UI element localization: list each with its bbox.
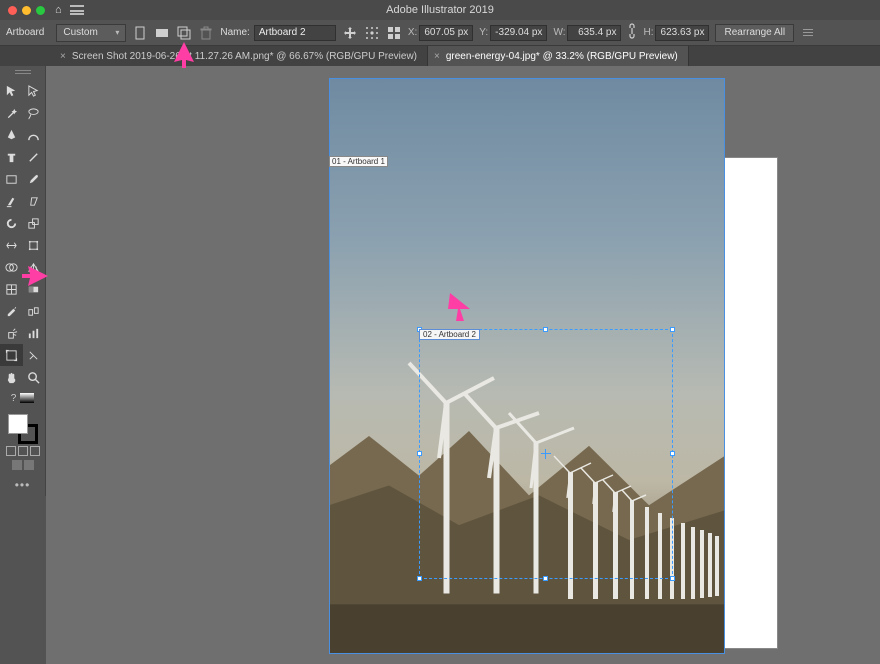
- x-label: X:: [408, 27, 417, 38]
- lasso-tool[interactable]: [23, 102, 46, 124]
- close-tab-icon[interactable]: ×: [434, 51, 440, 62]
- maximize-window-icon[interactable]: [36, 6, 45, 15]
- y-value[interactable]: -329.04 px: [490, 25, 547, 41]
- shaper-tool[interactable]: [0, 190, 23, 212]
- artboard-tool-label: Artboard: [6, 27, 44, 38]
- rearrange-all-button[interactable]: Rearrange All: [715, 24, 794, 42]
- column-graph-tool[interactable]: [23, 322, 46, 344]
- control-bar-menu-icon[interactable]: [800, 25, 816, 41]
- w-value[interactable]: 635.4 px: [567, 25, 621, 41]
- free-transform-tool[interactable]: [23, 234, 46, 256]
- tab-green-energy[interactable]: × green-energy-04.jpg* @ 33.2% (RGB/GPU …: [428, 46, 689, 66]
- home-icon[interactable]: ⌂: [55, 4, 62, 16]
- draw-inside-icon[interactable]: [30, 446, 40, 456]
- pen-tool[interactable]: [0, 124, 23, 146]
- h-field: H: 623.63 px: [643, 25, 709, 41]
- control-bar: Artboard Custom ▾ Name: X: 607.05 px Y: …: [0, 20, 880, 46]
- h-label: H:: [643, 27, 653, 38]
- fill-swatch[interactable]: [8, 414, 28, 434]
- delete-artboard-icon[interactable]: [198, 25, 214, 41]
- artboard-preset-value: Custom: [63, 27, 97, 38]
- arrange-documents-icon[interactable]: [70, 5, 84, 15]
- x-value[interactable]: 607.05 px: [419, 25, 473, 41]
- app-title: Adobe Illustrator 2019: [386, 4, 494, 16]
- artboard-name-field: Name:: [220, 25, 335, 41]
- close-window-icon[interactable]: [8, 6, 17, 15]
- type-tool[interactable]: [0, 146, 23, 168]
- mesh-tool[interactable]: [0, 278, 23, 300]
- h-value[interactable]: 623.63 px: [655, 25, 709, 41]
- artboard-preset-dropdown[interactable]: Custom ▾: [56, 24, 126, 42]
- orientation-landscape-icon[interactable]: [154, 25, 170, 41]
- close-tab-icon[interactable]: ×: [60, 51, 66, 62]
- shape-builder-tool[interactable]: [0, 256, 23, 278]
- artboard-options-icon[interactable]: [386, 25, 402, 41]
- document-canvas[interactable]: 01 - Artboard 1: [46, 66, 880, 664]
- artboard-name-input[interactable]: [254, 25, 336, 41]
- reference-point-icon[interactable]: [364, 25, 380, 41]
- eyedropper-tool[interactable]: [0, 300, 23, 322]
- edit-toolbar-icon[interactable]: •••: [0, 474, 45, 496]
- y-label: Y:: [479, 27, 488, 38]
- x-field: X: 607.05 px: [408, 25, 473, 41]
- annotation-arrow-icon: [22, 264, 50, 288]
- rectangle-tool[interactable]: [0, 168, 23, 190]
- screen-mode-icon[interactable]: [24, 460, 34, 470]
- zoom-tool[interactable]: [23, 366, 46, 388]
- y-field: Y: -329.04 px: [479, 25, 547, 41]
- symbol-sprayer-tool[interactable]: [0, 322, 23, 344]
- curvature-tool[interactable]: [23, 124, 46, 146]
- eraser-tool[interactable]: [23, 190, 46, 212]
- chevron-down-icon: ▾: [115, 28, 119, 37]
- new-artboard-icon[interactable]: [176, 25, 192, 41]
- tools-panel-grip-icon[interactable]: [0, 70, 45, 80]
- draw-mode-row: [0, 446, 45, 456]
- annotation-arrow-icon: [172, 40, 196, 68]
- mac-titlebar: ⌂ Adobe Illustrator 2019: [0, 0, 880, 20]
- tab-green-energy-label: green-energy-04.jpg* @ 33.2% (RGB/GPU Pr…: [446, 51, 678, 62]
- rotate-tool[interactable]: [0, 212, 23, 234]
- orientation-portrait-icon[interactable]: [132, 25, 148, 41]
- w-field: W: 635.4 px: [553, 25, 621, 41]
- move-with-artboard-icon[interactable]: [342, 25, 358, 41]
- artboard-tool[interactable]: [0, 344, 23, 366]
- slice-tool[interactable]: [23, 344, 46, 366]
- w-label: W:: [553, 27, 565, 38]
- placed-image[interactable]: [329, 78, 725, 654]
- hand-tool[interactable]: [0, 366, 23, 388]
- selection-tool[interactable]: [0, 80, 23, 102]
- annotation-arrow-icon: [446, 291, 474, 323]
- magic-wand-tool[interactable]: [0, 102, 23, 124]
- blend-tool[interactable]: [23, 300, 46, 322]
- direct-selection-tool[interactable]: [23, 80, 46, 102]
- artboard-1-label[interactable]: 01 - Artboard 1: [329, 156, 388, 167]
- draw-behind-icon[interactable]: [18, 446, 28, 456]
- screen-mode-row: [0, 460, 45, 470]
- scale-tool[interactable]: [23, 212, 46, 234]
- paintbrush-tool[interactable]: [23, 168, 46, 190]
- draw-normal-icon[interactable]: [6, 446, 16, 456]
- name-label: Name:: [220, 27, 249, 38]
- fill-stroke-swatches[interactable]: [8, 414, 38, 444]
- artboard-2-label[interactable]: 02 - Artboard 2: [419, 329, 480, 340]
- tab-screenshot[interactable]: × Screen Shot 2019-06-26 at 11.27.26 AM.…: [54, 46, 428, 66]
- width-tool[interactable]: [0, 234, 23, 256]
- window-controls: [0, 6, 45, 15]
- document-tabs: × Screen Shot 2019-06-26 at 11.27.26 AM.…: [0, 46, 880, 66]
- rearrange-all-label: Rearrange All: [724, 27, 785, 38]
- link-wh-icon[interactable]: [627, 23, 637, 42]
- minimize-window-icon[interactable]: [22, 6, 31, 15]
- line-segment-tool[interactable]: [23, 146, 46, 168]
- fill-stroke-toggle[interactable]: ?: [0, 388, 45, 408]
- tab-screenshot-label: Screen Shot 2019-06-26 at 11.27.26 AM.pn…: [72, 51, 417, 62]
- screen-mode-icon[interactable]: [12, 460, 22, 470]
